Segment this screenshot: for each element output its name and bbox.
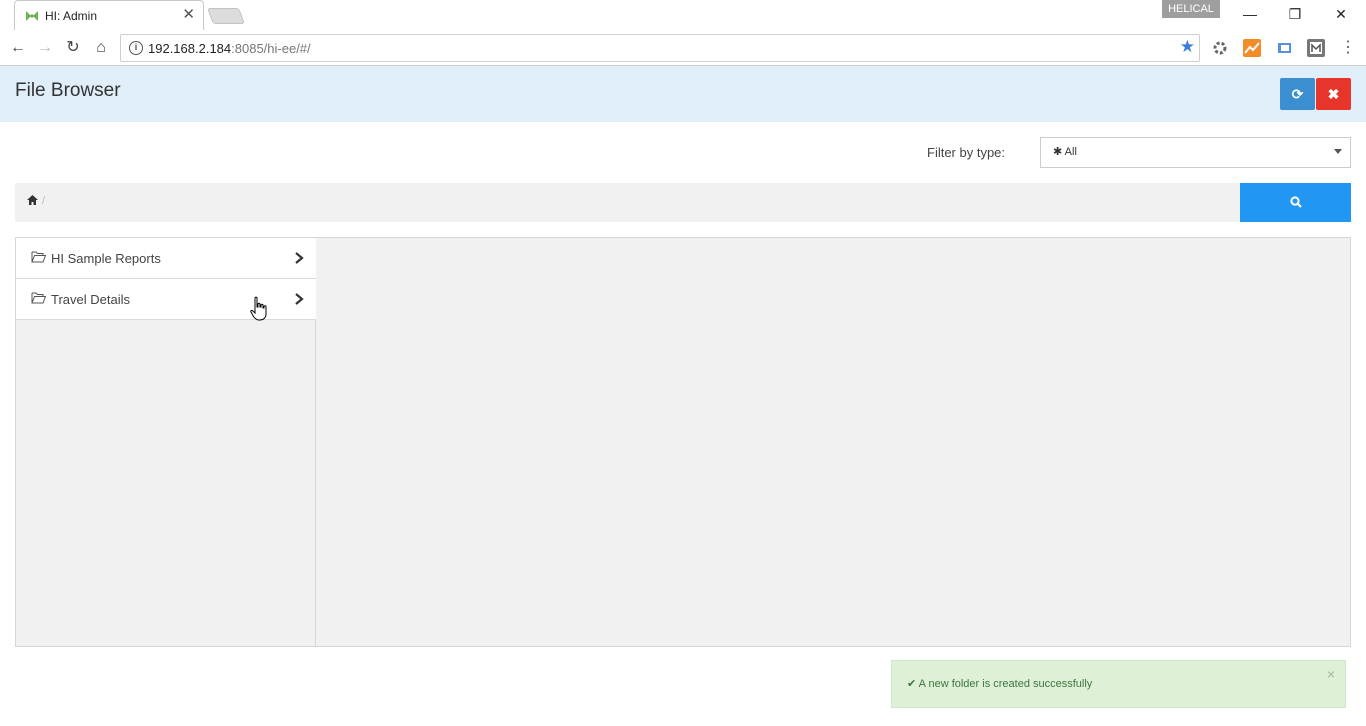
browser-tab[interactable]: HI: Admin ✕ bbox=[14, 0, 204, 30]
breadcrumb: / bbox=[15, 183, 1240, 222]
site-info-icon[interactable]: i bbox=[129, 41, 143, 55]
extension-tag-icon[interactable] bbox=[1275, 39, 1293, 57]
url-host: 192.168.2.184 bbox=[148, 41, 232, 56]
chevron-right-icon[interactable] bbox=[292, 291, 306, 307]
forward-icon[interactable]: → bbox=[34, 37, 56, 59]
folder-label: HI Sample Reports bbox=[51, 251, 161, 266]
file-browser-panel: HI Sample Reports Travel Details bbox=[15, 237, 1351, 647]
page-title: File Browser bbox=[15, 80, 121, 101]
filter-label: Filter by type: bbox=[927, 145, 1006, 160]
close-button[interactable]: ✖ bbox=[1316, 78, 1351, 110]
restore-icon[interactable]: ❐ bbox=[1280, 4, 1310, 24]
notification-message: ✔ A new folder is created successfully bbox=[907, 678, 1093, 690]
caret-down-icon bbox=[1334, 149, 1342, 154]
extension-gear-icon[interactable] bbox=[1211, 39, 1229, 57]
tab-title: HI: Admin bbox=[45, 9, 98, 23]
url-text[interactable]: 192.168.2.184:8085/hi-ee/#/ bbox=[148, 41, 311, 56]
filter-type-select[interactable]: ✱ All bbox=[1040, 137, 1351, 168]
extension-chart-icon[interactable] bbox=[1243, 39, 1261, 57]
folder-item-travel-details[interactable]: Travel Details bbox=[16, 279, 316, 320]
folder-open-icon bbox=[31, 251, 46, 263]
minimize-icon[interactable]: — bbox=[1235, 4, 1265, 24]
home-icon[interactable]: ⌂ bbox=[90, 37, 112, 59]
reload-icon[interactable]: ↻ bbox=[62, 37, 84, 59]
hand-cursor-icon bbox=[250, 296, 267, 321]
folder-open-icon bbox=[31, 292, 46, 304]
address-bar[interactable]: i 192.168.2.184:8085/hi-ee/#/ ★ bbox=[120, 34, 1200, 62]
profile-badge[interactable]: HELICAL bbox=[1162, 0, 1220, 18]
folder-list: HI Sample Reports Travel Details bbox=[16, 238, 316, 646]
search-icon bbox=[1289, 196, 1302, 208]
breadcrumb-separator: / bbox=[42, 195, 46, 207]
browser-tabstrip: HI: Admin ✕ HELICAL — ❐ ✕ bbox=[0, 0, 1366, 30]
browser-menu-icon[interactable]: ⋮ bbox=[1340, 38, 1356, 58]
chevron-right-icon[interactable] bbox=[292, 250, 306, 266]
notification-close-icon[interactable]: × bbox=[1327, 666, 1335, 682]
success-notification: ✔ A new folder is created successfully × bbox=[891, 660, 1346, 708]
refresh-button[interactable]: ⟳ bbox=[1280, 78, 1315, 110]
breadcrumb-home-icon[interactable] bbox=[27, 195, 38, 208]
bookmark-star-icon[interactable]: ★ bbox=[1180, 37, 1195, 57]
refresh-icon: ⟳ bbox=[1291, 86, 1304, 102]
filter-selected-value: ✱ All bbox=[1053, 146, 1077, 158]
back-icon[interactable]: ← bbox=[7, 37, 29, 59]
tab-close-icon[interactable]: ✕ bbox=[182, 7, 195, 23]
url-path: :8085/hi-ee/#/ bbox=[231, 41, 311, 56]
search-button[interactable] bbox=[1240, 183, 1351, 222]
app-favicon-icon bbox=[26, 11, 38, 21]
close-icon: ✖ bbox=[1327, 86, 1340, 102]
extension-m-icon[interactable] bbox=[1307, 39, 1325, 57]
window-close-icon[interactable]: ✕ bbox=[1326, 4, 1356, 24]
browser-toolbar: ← → ↻ ⌂ i 192.168.2.184:8085/hi-ee/#/ ★ … bbox=[0, 30, 1366, 66]
app-header: File Browser ⟳ ✖ bbox=[0, 66, 1366, 122]
folder-item-hi-sample-reports[interactable]: HI Sample Reports bbox=[16, 238, 316, 279]
new-tab-button[interactable] bbox=[207, 8, 245, 24]
folder-label: Travel Details bbox=[51, 292, 130, 307]
